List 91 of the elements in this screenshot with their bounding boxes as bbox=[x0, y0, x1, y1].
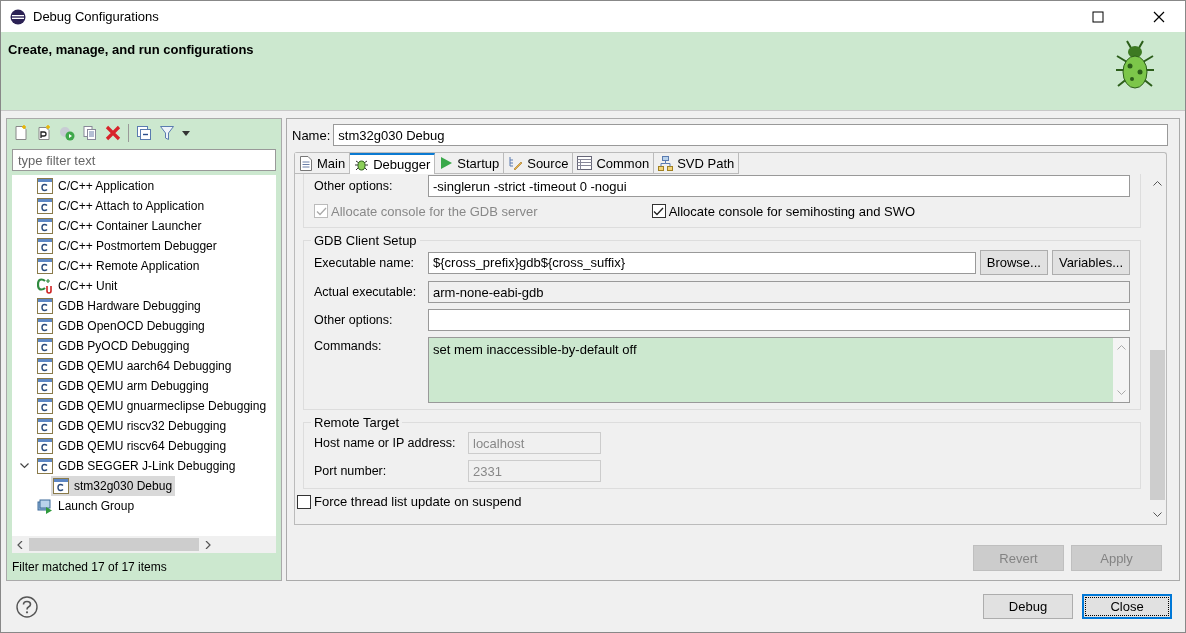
config-icon bbox=[37, 198, 53, 214]
tree-item[interactable]: GDB SEGGER J-Link Debugging bbox=[35, 456, 239, 476]
scroll-right-icon[interactable] bbox=[204, 540, 212, 549]
tree-item[interactable]: stm32g030 Debug bbox=[51, 476, 176, 496]
dialog-button[interactable]: Variables... bbox=[1051, 250, 1130, 275]
tree-item[interactable]: GDB OpenOCD Debugging bbox=[35, 316, 208, 336]
scroll-down-icon[interactable] bbox=[1153, 512, 1162, 518]
tree-item[interactable]: GDB QEMU gnuarmeclipse Debugging bbox=[35, 396, 270, 416]
close-icon[interactable] bbox=[1153, 10, 1165, 23]
field-label: Port number: bbox=[314, 464, 388, 478]
tree-item[interactable]: C/C++ Remote Application bbox=[35, 256, 203, 276]
bug-icon bbox=[354, 157, 370, 172]
tab[interactable]: Common bbox=[573, 153, 655, 174]
tree-item[interactable]: GDB QEMU arm Debugging bbox=[35, 376, 212, 396]
dialog-button[interactable]: Close bbox=[1082, 594, 1172, 619]
tree-item[interactable]: C/C++ Unit bbox=[35, 276, 121, 296]
collapse-icon[interactable] bbox=[136, 125, 152, 141]
table-icon bbox=[577, 156, 593, 170]
checkbox[interactable]: Force thread list update on suspend bbox=[297, 494, 522, 509]
filter-status: Filter matched 17 of 17 items bbox=[12, 560, 168, 574]
field-label: Host name or IP address: bbox=[314, 436, 457, 450]
filter-icon[interactable] bbox=[159, 125, 175, 141]
config-icon bbox=[37, 338, 53, 354]
config-icon bbox=[37, 298, 53, 314]
tab[interactable]: Debugger bbox=[350, 153, 436, 174]
tree-item[interactable]: GDB QEMU aarch64 Debugging bbox=[35, 356, 235, 376]
tab[interactable]: Main bbox=[295, 153, 351, 174]
config-icon bbox=[37, 178, 53, 194]
tree-item[interactable]: GDB PyOCD Debugging bbox=[35, 336, 193, 356]
field-label: Executable name: bbox=[314, 255, 416, 270]
config-icon bbox=[37, 218, 53, 234]
maximize-icon[interactable] bbox=[1092, 10, 1104, 23]
input-field[interactable]: ${cross_prefix}gdb${cross_suffix} bbox=[428, 251, 976, 274]
tree-item[interactable]: C/C++ Attach to Application bbox=[35, 196, 208, 216]
config-icon bbox=[37, 258, 53, 274]
banner-title: Create, manage, and run configurations bbox=[8, 42, 254, 57]
tree-item[interactable]: GDB QEMU riscv64 Debugging bbox=[35, 436, 230, 456]
tab[interactable]: Source bbox=[504, 153, 574, 174]
delete-icon[interactable] bbox=[105, 125, 121, 141]
scroll-left-icon[interactable] bbox=[16, 540, 24, 549]
config-icon bbox=[53, 478, 69, 494]
play-icon bbox=[439, 156, 454, 170]
field-label: Actual executable: bbox=[314, 285, 418, 299]
group-title: Remote Target bbox=[313, 415, 401, 430]
field-label: Other options: bbox=[314, 179, 394, 193]
hierarchy-icon bbox=[658, 155, 674, 171]
input-field[interactable]: -singlerun -strict -timeout 0 -nogui bbox=[428, 175, 1130, 197]
input-field[interactable] bbox=[428, 309, 1130, 331]
tab[interactable]: Startup bbox=[435, 153, 505, 174]
dialog-button[interactable]: Debug bbox=[983, 594, 1073, 619]
name-label: Name: bbox=[292, 127, 331, 143]
check-icon bbox=[315, 206, 327, 216]
scroll-up-icon[interactable] bbox=[1153, 180, 1162, 186]
group-title: GDB Client Setup bbox=[313, 233, 418, 248]
field-label: Other options: bbox=[314, 313, 394, 327]
config-icon bbox=[37, 438, 53, 454]
check-icon bbox=[653, 206, 665, 216]
chevron-icon[interactable] bbox=[20, 463, 29, 469]
tree-item[interactable]: GDB QEMU riscv32 Debugging bbox=[35, 416, 230, 436]
tree-item[interactable]: C/C++ Container Launcher bbox=[35, 216, 205, 236]
name-field[interactable]: stm32g030 Debug bbox=[333, 124, 1168, 146]
config-icon bbox=[37, 458, 53, 474]
filter-field[interactable]: type filter text bbox=[12, 149, 276, 171]
launch-group-icon bbox=[37, 498, 53, 514]
eclipse-icon bbox=[10, 8, 26, 25]
duplicate-icon[interactable] bbox=[82, 125, 98, 141]
tree-item[interactable]: C/C++ Postmortem Debugger bbox=[35, 236, 220, 256]
dialog-button[interactable]: Browse... bbox=[979, 250, 1048, 275]
window-title: Debug Configurations bbox=[33, 9, 159, 24]
horizontal-scrollbar[interactable] bbox=[12, 536, 276, 553]
config-icon bbox=[37, 418, 53, 434]
help-icon[interactable] bbox=[16, 595, 38, 618]
tree-item[interactable]: Launch Group bbox=[35, 496, 138, 516]
input-field[interactable]: arm-none-eabi-gdb bbox=[428, 281, 1130, 303]
tree-item[interactable]: C/C++ Application bbox=[35, 176, 158, 196]
tree-item[interactable]: GDB Hardware Debugging bbox=[35, 296, 204, 316]
new-prototype-icon[interactable] bbox=[36, 125, 52, 141]
export-icon[interactable] bbox=[59, 125, 75, 141]
config-icon bbox=[37, 318, 53, 334]
field-label: Commands: bbox=[314, 338, 383, 353]
unit-icon bbox=[37, 278, 53, 294]
checkbox[interactable]: Allocate console for semihosting and SWO bbox=[651, 203, 916, 219]
new-file-icon[interactable] bbox=[13, 125, 29, 141]
tab[interactable]: SVD Path bbox=[654, 153, 740, 174]
document-icon bbox=[299, 155, 313, 171]
config-icon bbox=[37, 398, 53, 414]
config-icon bbox=[37, 378, 53, 394]
pencil-icon bbox=[508, 155, 524, 171]
config-icon bbox=[37, 358, 53, 374]
config-icon bbox=[37, 238, 53, 254]
caret-icon[interactable] bbox=[182, 130, 190, 136]
